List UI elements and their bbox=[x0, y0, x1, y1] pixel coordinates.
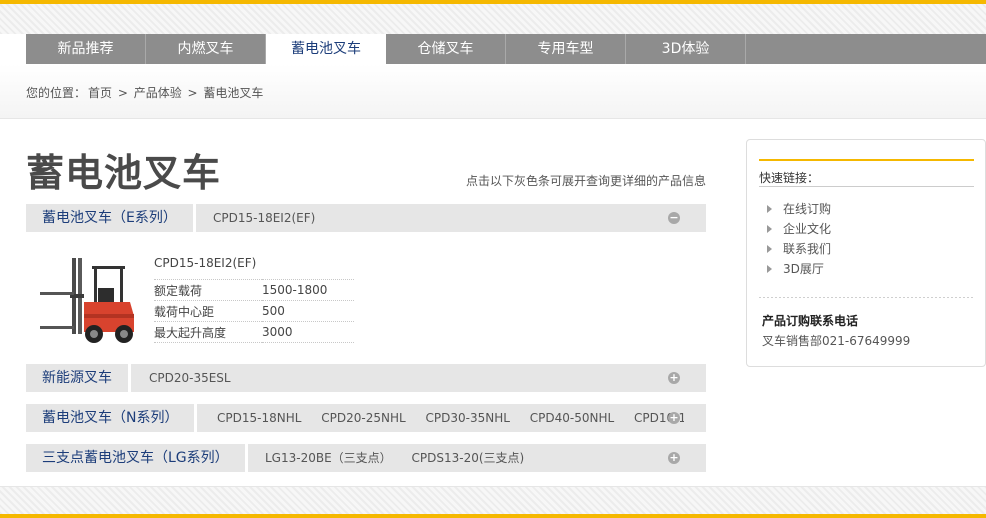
product-model-title: CPD15-18EI2(EF) bbox=[154, 256, 257, 270]
sidebar-accent-line bbox=[759, 159, 974, 161]
category-bar-lg-series[interactable]: 三支点蓄电池叉车（LG系列） LG13-20BE（三支点） CPDS13-20(… bbox=[26, 444, 706, 472]
quick-link-contact[interactable]: 联系我们 bbox=[767, 239, 831, 259]
spec-key: 最大起升高度 bbox=[154, 321, 262, 343]
category-name[interactable]: 蓄电池叉车（E系列） bbox=[26, 204, 196, 232]
category-models: CPD20-35ESL bbox=[149, 364, 247, 392]
nav-item-special[interactable]: 专用车型 bbox=[506, 34, 626, 64]
expand-hint: 点击以下灰色条可展开查询更详细的产品信息 bbox=[466, 174, 707, 188]
quick-link-label: 3D展厅 bbox=[783, 262, 824, 276]
arrow-right-icon bbox=[767, 245, 772, 253]
footer-accent-bar bbox=[0, 514, 986, 518]
phone-label: 产品订购联系电话 bbox=[762, 314, 859, 328]
category-bar-e-series[interactable]: 蓄电池叉车（E系列） CPD15-18EI2(EF) − bbox=[26, 204, 706, 232]
phone-number: 叉车销售部021-67649999 bbox=[762, 334, 911, 348]
breadcrumb-current: 蓄电池叉车 bbox=[203, 86, 264, 100]
divider bbox=[759, 186, 974, 187]
quick-link-order[interactable]: 在线订购 bbox=[767, 199, 831, 219]
category-name[interactable]: 蓄电池叉车（N系列） bbox=[26, 404, 198, 432]
spec-table: 额定载荷 1500-1800 载荷中心距 500 最大起升高度 3000 bbox=[154, 279, 354, 343]
arrow-right-icon bbox=[767, 265, 772, 273]
breadcrumb-prefix: 您的位置： bbox=[26, 86, 87, 100]
quick-link-culture[interactable]: 企业文化 bbox=[767, 219, 831, 239]
spec-key: 载荷中心距 bbox=[154, 300, 262, 322]
breadcrumb: 您的位置： 首页 > 产品体验 > 蓄电池叉车 bbox=[26, 84, 265, 101]
spec-row: 最大起升高度 3000 bbox=[154, 321, 354, 343]
breadcrumb-sep: > bbox=[183, 86, 202, 100]
nav-item-new[interactable]: 新品推荐 bbox=[26, 34, 146, 64]
quick-link-label: 企业文化 bbox=[783, 222, 832, 236]
category-name[interactable]: 三支点蓄电池叉车（LG系列） bbox=[26, 444, 248, 472]
quick-links-title: 快速链接： bbox=[759, 171, 820, 185]
category-models: LG13-20BE（三支点） CPDS13-20(三支点) bbox=[265, 444, 540, 472]
divider bbox=[759, 297, 974, 298]
nav-item-battery[interactable]: 蓄电池叉车 bbox=[266, 34, 386, 65]
spec-key: 额定载荷 bbox=[154, 279, 262, 301]
breadcrumb-sep: > bbox=[114, 86, 132, 100]
model-link[interactable]: CPD40-50NHL bbox=[530, 411, 614, 425]
breadcrumb-product-experience[interactable]: 产品体验 bbox=[134, 86, 182, 100]
quick-link-label: 联系我们 bbox=[783, 242, 832, 256]
category-bar-new-energy[interactable]: 新能源叉车 CPD20-35ESL + bbox=[26, 364, 706, 392]
breadcrumb-zone: 您的位置： 首页 > 产品体验 > 蓄电池叉车 bbox=[0, 64, 986, 119]
model-link[interactable]: CPD15-18NHL bbox=[217, 411, 301, 425]
expand-icon[interactable]: + bbox=[668, 452, 680, 464]
model-link[interactable]: CPDS13-20(三支点) bbox=[412, 451, 525, 465]
spec-row: 载荷中心距 500 bbox=[154, 300, 354, 322]
arrow-right-icon bbox=[767, 205, 772, 213]
nav-item-3d[interactable]: 3D体验 bbox=[626, 34, 746, 64]
forklift-image bbox=[40, 258, 134, 343]
spec-value: 1500-1800 bbox=[262, 279, 354, 301]
category-bar-n-series[interactable]: 蓄电池叉车（N系列） CPD15-18NHL CPD20-25NHL CPD30… bbox=[26, 404, 706, 432]
category-name[interactable]: 新能源叉车 bbox=[26, 364, 131, 392]
main-nav: 新品推荐 内燃叉车 蓄电池叉车 仓储叉车 专用车型 3D体验 bbox=[26, 34, 986, 65]
model-link[interactable]: LG13-20BE（三支点） bbox=[265, 451, 392, 465]
expand-icon[interactable]: + bbox=[668, 412, 680, 424]
nav-item-warehouse[interactable]: 仓储叉车 bbox=[386, 34, 506, 64]
arrow-right-icon bbox=[767, 225, 772, 233]
model-link[interactable]: CPD20-25NHL bbox=[321, 411, 405, 425]
quick-links-list: 在线订购 企业文化 联系我们 3D展厅 bbox=[767, 199, 831, 279]
quick-link-3d-hall[interactable]: 3D展厅 bbox=[767, 259, 831, 279]
collapse-icon[interactable]: − bbox=[668, 212, 680, 224]
page-title: 蓄电池叉车 bbox=[26, 151, 222, 195]
spec-value: 500 bbox=[262, 300, 354, 322]
spec-row: 额定载荷 1500-1800 bbox=[154, 279, 354, 301]
header-stripe bbox=[0, 4, 986, 34]
sidebar: 快速链接： 在线订购 企业文化 联系我们 3D展厅 产品订购联系电话 叉车销售部… bbox=[746, 139, 986, 367]
category-models: CPD15-18NHL CPD20-25NHL CPD30-35NHL CPD4… bbox=[217, 404, 684, 432]
spec-value: 3000 bbox=[262, 321, 354, 343]
breadcrumb-home[interactable]: 首页 bbox=[88, 86, 112, 100]
expand-icon[interactable]: + bbox=[668, 372, 680, 384]
nav-item-combustion[interactable]: 内燃叉车 bbox=[146, 34, 266, 64]
model-link[interactable]: CPD30-35NHL bbox=[426, 411, 510, 425]
category-models: CPD15-18EI2(EF) bbox=[213, 204, 331, 232]
model-link[interactable]: CPD15-18EI2(EF) bbox=[213, 211, 315, 225]
footer-stripe bbox=[0, 486, 986, 514]
quick-link-label: 在线订购 bbox=[783, 202, 832, 216]
model-link[interactable]: CPD20-35ESL bbox=[149, 371, 231, 385]
